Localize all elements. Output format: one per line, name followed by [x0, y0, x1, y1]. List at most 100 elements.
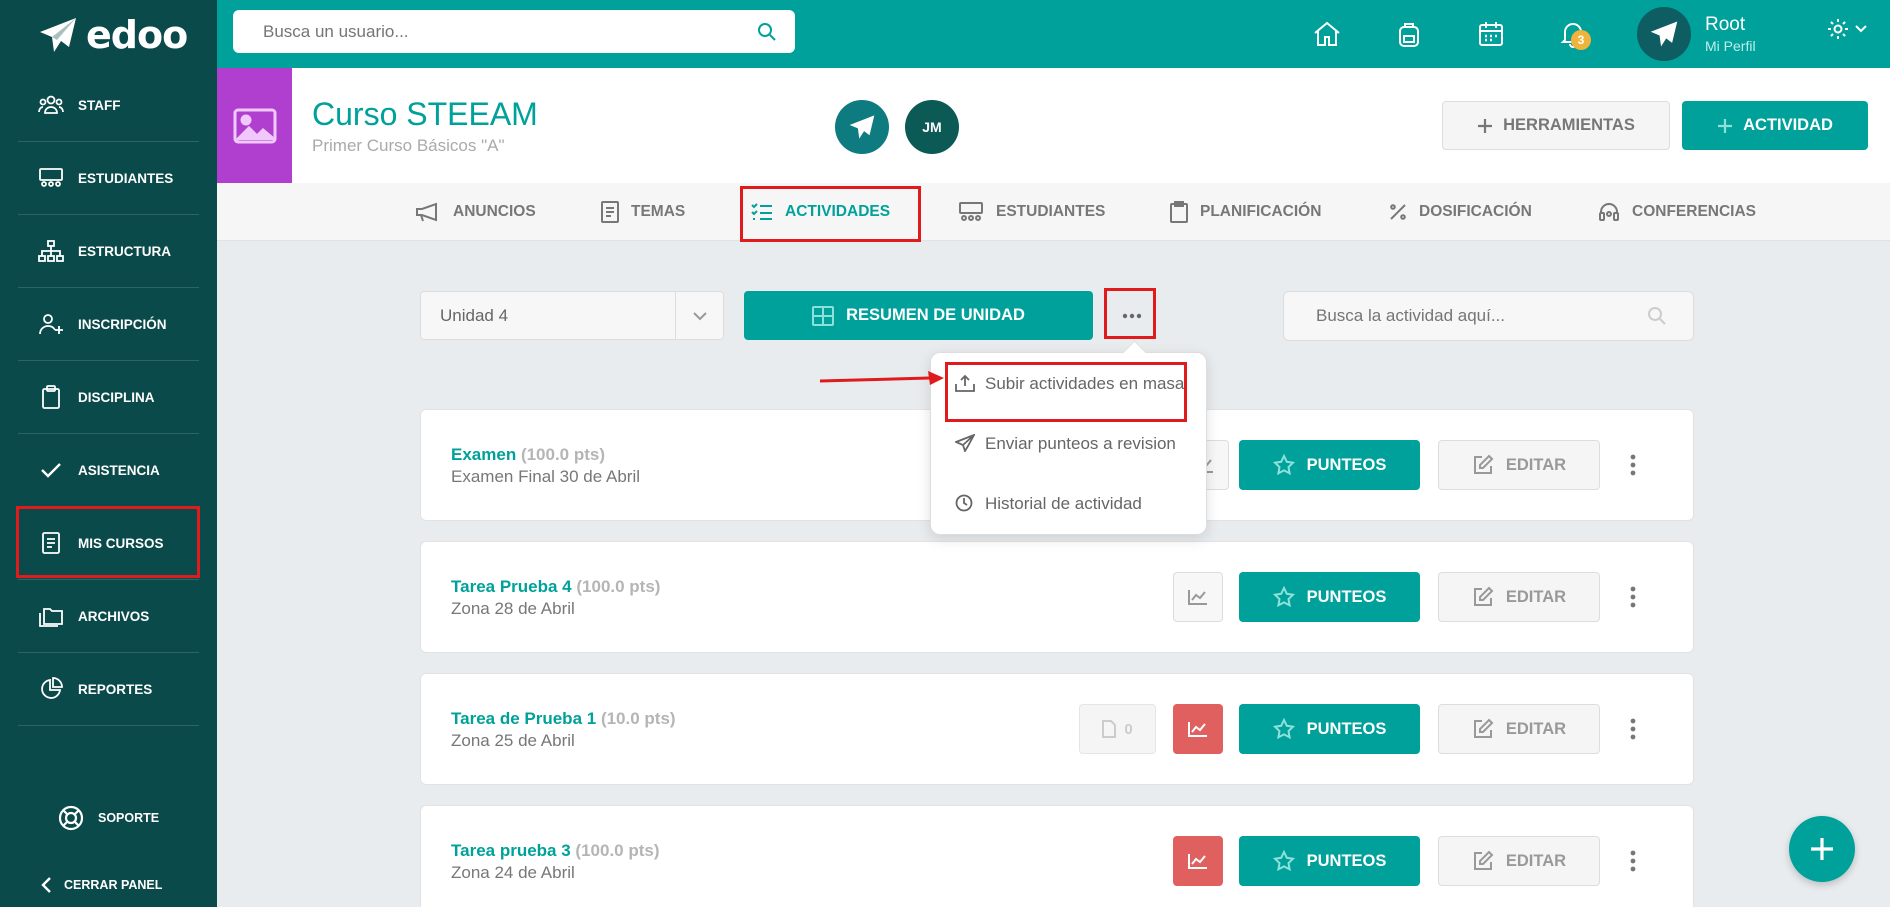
star-icon	[1272, 850, 1295, 872]
sidebar-item-estudiantes[interactable]: ESTUDIANTES	[18, 142, 199, 215]
menu-item-label: Enviar punteos a revision	[985, 434, 1176, 453]
sidebar-item-estructura[interactable]: ESTRUCTURA	[18, 215, 199, 288]
user-search-input[interactable]	[263, 21, 757, 42]
unit-summary-button[interactable]: RESUMEN DE UNIDAD	[744, 291, 1093, 340]
grades-button-label: PUNTEOS	[1306, 455, 1387, 474]
more-horizontal-icon	[1122, 313, 1142, 319]
edit-button[interactable]: EDITAR	[1438, 704, 1600, 754]
activity-subtitle: Zona 24 de Abril	[451, 863, 575, 882]
activity-title[interactable]: Examen (100.0 pts)	[451, 445, 605, 465]
add-activity-label: ACTIVIDAD	[1743, 116, 1833, 134]
home-button[interactable]	[1307, 14, 1347, 54]
user-search	[233, 10, 795, 53]
sidebar-item-disciplina[interactable]: DISCIPLINA	[18, 361, 199, 434]
calendar-button[interactable]	[1471, 14, 1511, 54]
sidebar-item-label: ASISTENCIA	[78, 462, 160, 478]
stats-button[interactable]	[1173, 836, 1223, 886]
edit-icon	[1472, 586, 1494, 608]
sidebar-item-staff[interactable]: STAFF	[18, 69, 199, 142]
tab-dosificacion[interactable]: DOSIFICACIÓN	[1389, 183, 1532, 241]
course-image[interactable]	[217, 68, 292, 183]
card-options-button[interactable]	[1621, 836, 1645, 886]
activity-title[interactable]: Tarea de Prueba 1 (10.0 pts)	[451, 709, 676, 729]
activity-search-input[interactable]	[1316, 306, 1647, 326]
edit-icon	[1472, 454, 1494, 476]
star-icon	[1272, 586, 1295, 608]
activity-points: (100.0 pts)	[575, 841, 660, 860]
sidebar-item-label: MIS CURSOS	[78, 535, 164, 551]
activity-card: Tarea Prueba 4 (100.0 pts) Zona 28 de Ab…	[420, 541, 1694, 653]
grades-button[interactable]: PUNTEOS	[1239, 836, 1420, 886]
activity-card: Tarea de Prueba 1 (10.0 pts) Zona 25 de …	[420, 673, 1694, 785]
edit-button[interactable]: EDITAR	[1438, 836, 1600, 886]
activity-title[interactable]: Tarea Prueba 4 (100.0 pts)	[451, 577, 660, 597]
backpack-button[interactable]	[1389, 14, 1429, 54]
add-activity-button[interactable]: ACTIVIDAD	[1682, 101, 1868, 150]
activity-points: (10.0 pts)	[600, 709, 676, 728]
folders-icon	[38, 603, 64, 629]
more-vertical-icon	[1630, 454, 1636, 476]
menu-item-bulk-upload[interactable]: Subir actividades en masa	[955, 373, 1185, 394]
more-vertical-icon	[1630, 586, 1636, 608]
edit-icon	[1472, 850, 1494, 872]
card-options-button[interactable]	[1621, 704, 1645, 754]
search-icon[interactable]	[757, 22, 777, 42]
activity-points: (100.0 pts)	[520, 445, 606, 464]
clipboard-icon	[1170, 201, 1188, 223]
floating-add-button[interactable]	[1789, 816, 1855, 882]
activity-title[interactable]: Tarea prueba 3 (100.0 pts)	[451, 841, 660, 861]
sidebar-item-label: ARCHIVOS	[78, 608, 150, 624]
tools-button[interactable]: HERRAMIENTAS	[1442, 101, 1670, 150]
support-link[interactable]: SOPORTE	[58, 805, 159, 831]
logo[interactable]: edoo	[38, 10, 188, 60]
tab-actividades[interactable]: ACTIVIDADES	[751, 183, 890, 241]
sidebar-item-archivos[interactable]: ARCHIVOS	[18, 580, 199, 653]
activity-title-text: Tarea Prueba 4	[451, 577, 572, 596]
checklist-icon	[751, 202, 773, 222]
edit-button[interactable]: EDITAR	[1438, 440, 1600, 490]
menu-item-send-grades[interactable]: Enviar punteos a revision	[955, 433, 1185, 454]
tab-planificacion[interactable]: PLANIFICACIÓN	[1170, 183, 1321, 241]
search-icon[interactable]	[1647, 306, 1667, 326]
edit-button[interactable]: EDITAR	[1438, 572, 1600, 622]
notifications-button[interactable]: 3	[1553, 14, 1593, 54]
member-avatar-initials[interactable]: JM	[905, 100, 959, 154]
more-options-button[interactable]	[1109, 291, 1154, 340]
tab-anuncios[interactable]: ANUNCIOS	[415, 183, 536, 241]
sidebar-item-inscripcion[interactable]: INSCRIPCIÓN	[18, 288, 199, 361]
tab-temas[interactable]: TEMAS	[601, 183, 685, 241]
unit-summary-label: RESUMEN DE UNIDAD	[846, 306, 1025, 324]
sidebar-item-reportes[interactable]: REPORTES	[18, 653, 199, 726]
sidebar: edoo STAFF ESTUDIANTES ESTRUCTURA INSCRI…	[0, 0, 217, 907]
card-options-button[interactable]	[1621, 572, 1645, 622]
close-panel-link[interactable]: CERRAR PANEL	[40, 876, 162, 894]
card-options-button[interactable]	[1621, 440, 1645, 490]
grades-button-label: PUNTEOS	[1306, 587, 1387, 606]
submissions-button[interactable]: 0	[1079, 704, 1156, 754]
sidebar-item-asistencia[interactable]: ASISTENCIA	[18, 434, 199, 507]
calendar-icon	[1478, 21, 1504, 47]
user-profile[interactable]: Root Mi Perfil	[1637, 7, 1756, 61]
stats-button[interactable]	[1173, 572, 1223, 622]
course-tabs: ANUNCIOS TEMAS ACTIVIDADES ESTUDIANTES P…	[217, 183, 1890, 241]
grades-button[interactable]: PUNTEOS	[1239, 704, 1420, 754]
unit-select[interactable]: Unidad 4	[420, 291, 724, 340]
image-icon	[233, 108, 277, 144]
tab-conferencias[interactable]: CONFERENCIAS	[1598, 183, 1756, 241]
settings-button[interactable]	[1826, 17, 1868, 41]
sidebar-item-label: STAFF	[78, 97, 121, 113]
user-profile-link[interactable]: Mi Perfil	[1705, 38, 1756, 54]
sidebar-item-mis-cursos[interactable]: MIS CURSOS	[18, 507, 199, 580]
grades-button[interactable]: PUNTEOS	[1239, 572, 1420, 622]
activity-card: Tarea prueba 3 (100.0 pts) Zona 24 de Ab…	[420, 805, 1694, 907]
tab-label: CONFERENCIAS	[1632, 203, 1757, 220]
star-icon	[1272, 718, 1295, 740]
tab-estudiantes[interactable]: ESTUDIANTES	[958, 183, 1105, 241]
stats-button[interactable]	[1173, 704, 1223, 754]
paper-plane-icon	[848, 114, 876, 140]
menu-item-activity-history[interactable]: Historial de actividad	[955, 493, 1185, 514]
tab-label: TEMAS	[631, 203, 686, 220]
grades-button[interactable]: PUNTEOS	[1239, 440, 1420, 490]
member-avatar[interactable]	[835, 100, 889, 154]
edit-button-label: EDITAR	[1505, 719, 1567, 738]
